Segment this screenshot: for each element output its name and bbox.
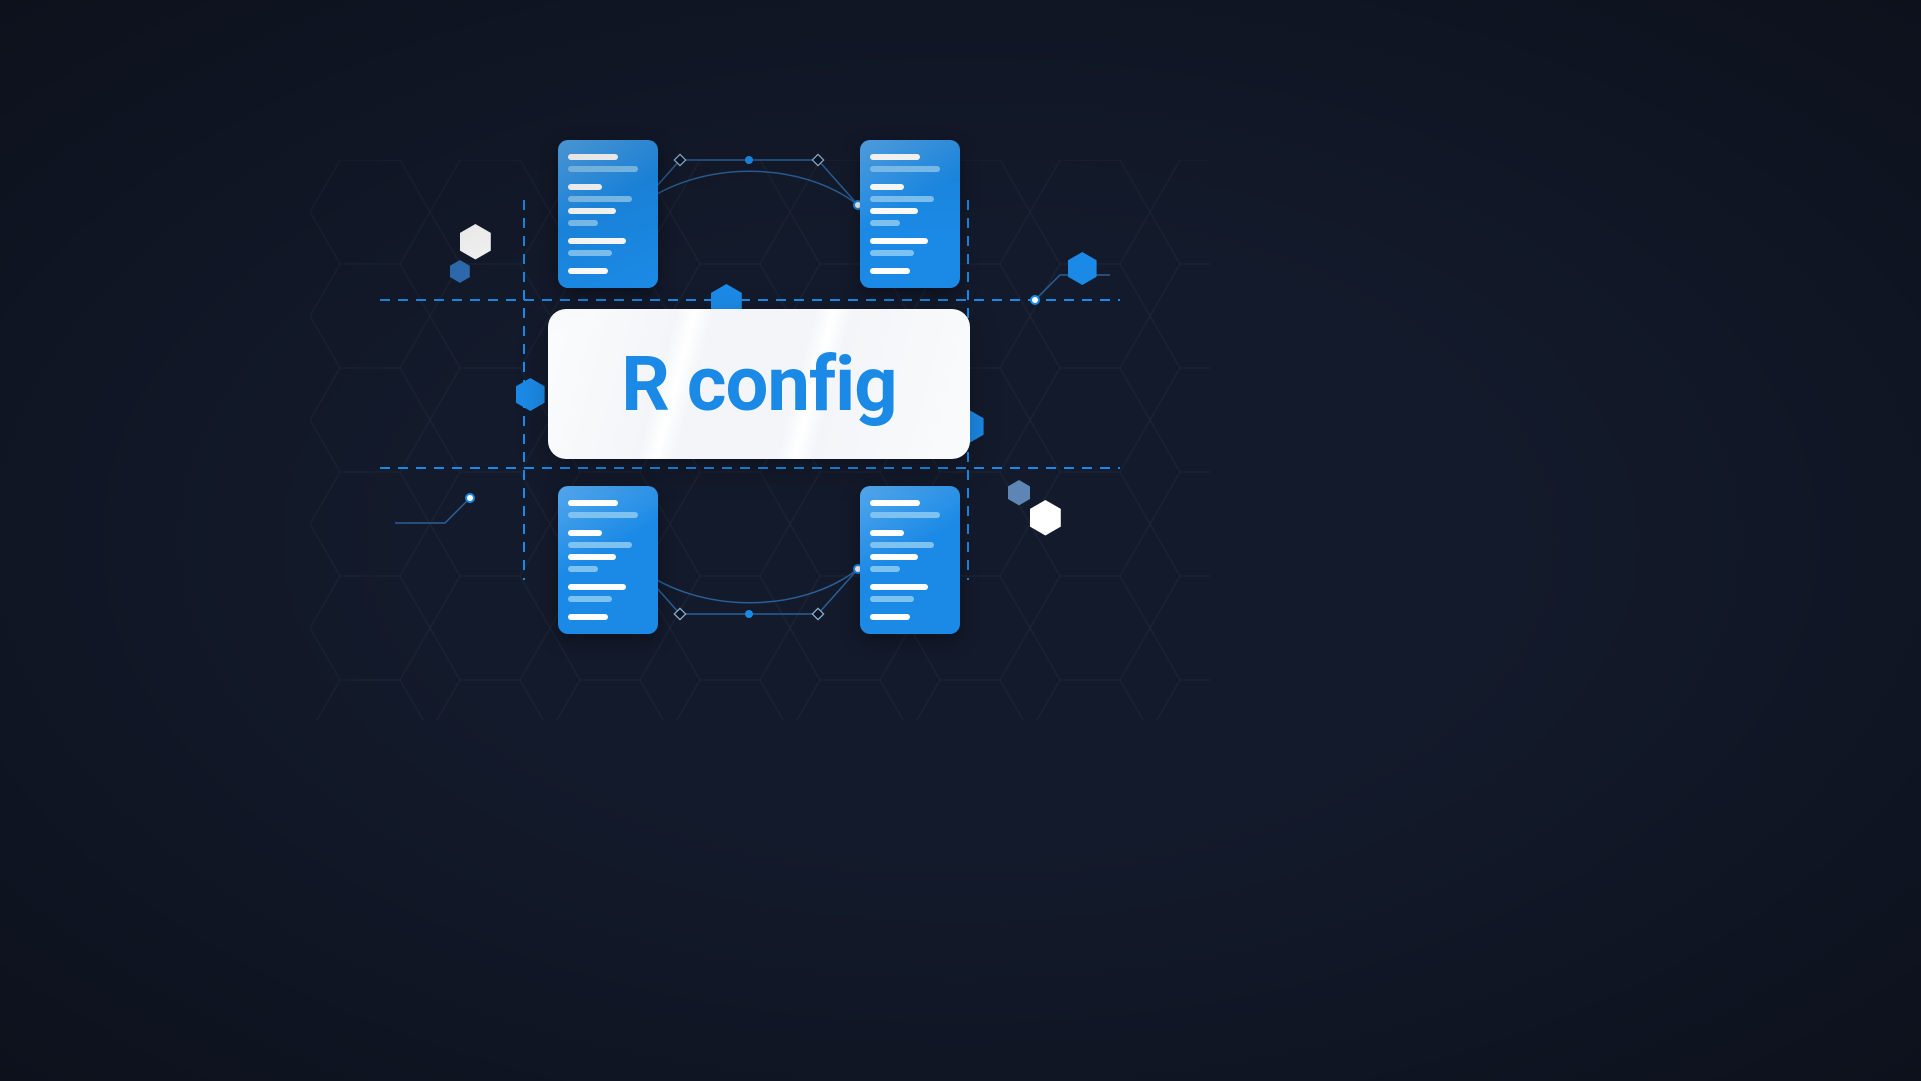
diagram-stage: .dash{stroke:#1b8ae6;stroke-width:2;stro…	[0, 0, 1921, 1081]
central-title: R config	[621, 339, 896, 429]
hexagon-icon	[1008, 480, 1030, 505]
hexagon-icon	[460, 224, 491, 260]
hexagon-icon	[1068, 252, 1097, 285]
hexagon-icon	[516, 378, 545, 411]
hexagon-icon	[450, 260, 470, 283]
floating-hexagons	[0, 0, 1921, 1081]
central-card: R config	[548, 309, 970, 459]
hexagon-icon	[1030, 500, 1061, 536]
